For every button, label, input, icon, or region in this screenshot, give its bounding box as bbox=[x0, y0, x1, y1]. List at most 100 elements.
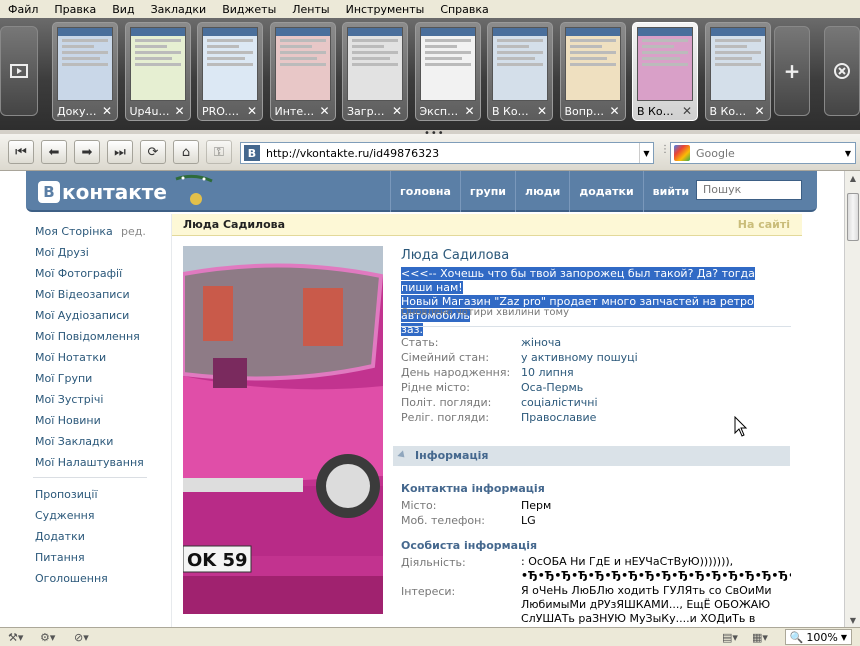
left-menu-item[interactable]: Мої Аудіозаписи bbox=[35, 305, 155, 326]
tab-close-icon[interactable]: ✕ bbox=[392, 104, 402, 118]
left-menu-item[interactable]: Мої Закладки bbox=[35, 431, 155, 452]
field-value[interactable]: 10 липня bbox=[521, 365, 574, 380]
panel-toggle-button[interactable] bbox=[0, 26, 38, 116]
edit-link[interactable]: ред. bbox=[121, 221, 146, 242]
tab-close-icon[interactable]: ✕ bbox=[319, 104, 329, 118]
search-box[interactable]: ▼ bbox=[670, 142, 856, 164]
profile-fields: Стать: жіноча Сімейний стан: у активному … bbox=[401, 335, 791, 425]
field-value[interactable]: у активному пошуці bbox=[521, 350, 638, 365]
address-bar[interactable]: B ▼ bbox=[240, 142, 654, 164]
left-menu-item[interactable]: Оголошення bbox=[35, 568, 155, 589]
rewind-icon: ⏮ bbox=[15, 144, 27, 160]
search-dropdown-icon[interactable]: ▼ bbox=[841, 143, 855, 163]
trash-button[interactable] bbox=[824, 26, 860, 116]
tools-icon[interactable]: ⚒▾ bbox=[8, 631, 23, 644]
left-menu-item[interactable]: Мої Друзі bbox=[35, 242, 155, 263]
left-menu-item[interactable]: Моя Сторінка ред. bbox=[35, 221, 155, 242]
browser-tab[interactable]: Вопр… ✕ bbox=[559, 22, 626, 121]
reload-button[interactable]: ⟳ bbox=[140, 140, 166, 164]
left-menu-item[interactable]: Мої Повідомлення bbox=[35, 326, 155, 347]
field-value[interactable]: жіноча bbox=[521, 335, 561, 350]
back-button[interactable]: ⬅ bbox=[41, 140, 67, 164]
vk-nav-link[interactable]: додатки bbox=[569, 171, 642, 212]
menu-item[interactable]: Правка bbox=[54, 3, 104, 16]
tab-close-icon[interactable]: ✕ bbox=[754, 104, 764, 118]
vk-nav-link[interactable]: головна bbox=[390, 171, 460, 212]
vk-search-input[interactable]: Пошук bbox=[696, 180, 802, 200]
turbo-icon[interactable]: ⊘▾ bbox=[74, 631, 89, 644]
page-tools-icon[interactable]: ▤▾ bbox=[722, 631, 738, 644]
left-menu-item[interactable]: Судження bbox=[35, 505, 155, 526]
tab-preview bbox=[202, 27, 258, 101]
vk-nav-link[interactable]: вийти bbox=[642, 171, 698, 212]
left-menu: Моя Сторінка ред. Мої Друзі Мої Фотографії М… bbox=[33, 221, 155, 589]
tab-close-icon[interactable]: ✕ bbox=[537, 104, 547, 118]
search-input[interactable] bbox=[696, 146, 836, 160]
profile-photo[interactable]: OK 59 bbox=[183, 246, 383, 614]
browser-tab[interactable]: Эксп… ✕ bbox=[414, 22, 481, 121]
left-menu-item[interactable]: Пропозиції bbox=[35, 484, 155, 505]
browser-tab[interactable]: Up4u… ✕ bbox=[124, 22, 191, 121]
zoom-control[interactable]: 🔍 100% ▼ bbox=[784, 629, 852, 645]
status-line: <<<-- Хочешь что бы твой запорожец был т… bbox=[401, 267, 755, 294]
menu-item[interactable]: Файл bbox=[8, 3, 46, 16]
home-button[interactable]: ⌂ bbox=[173, 140, 199, 164]
tab-close-icon[interactable]: ✕ bbox=[247, 104, 257, 118]
menu-item[interactable]: Справка bbox=[440, 3, 496, 16]
left-menu-item[interactable]: Мої Групи bbox=[35, 368, 155, 389]
vk-nav-link[interactable]: люди bbox=[515, 171, 569, 212]
scroll-thumb[interactable] bbox=[847, 193, 859, 241]
left-menu-item[interactable]: Додатки bbox=[35, 526, 155, 547]
menu-item[interactable]: Вид bbox=[112, 3, 142, 16]
field-value[interactable]: Оса-Пермь bbox=[521, 380, 583, 395]
address-dropdown-icon[interactable]: ▼ bbox=[639, 143, 653, 163]
menu-item[interactable]: Ленты bbox=[292, 3, 337, 16]
tab-close-icon[interactable]: ✕ bbox=[174, 104, 184, 118]
info-section-header[interactable]: Інформація bbox=[393, 446, 790, 466]
menu-item[interactable]: Закладки bbox=[151, 3, 215, 16]
web-page: B контакте головна групи люди додатки вийти … bbox=[0, 171, 844, 627]
left-menu-item[interactable]: Мої Відеозаписи bbox=[35, 284, 155, 305]
browser-tab[interactable]: Загр… ✕ bbox=[342, 22, 408, 121]
browser-tab[interactable]: Инте… ✕ bbox=[269, 22, 336, 121]
browser-tab[interactable]: Доку… ✕ bbox=[52, 22, 118, 121]
field-value[interactable]: LG bbox=[521, 513, 536, 528]
unite-icon[interactable]: ⚙▾ bbox=[40, 631, 55, 644]
browser-tab[interactable]: В Ко… ✕ bbox=[487, 22, 553, 121]
rewind-button[interactable]: ⏮ bbox=[8, 140, 34, 164]
tab-close-icon[interactable]: ✕ bbox=[102, 104, 112, 118]
vk-logo[interactable]: B контакте bbox=[38, 180, 167, 204]
address-input[interactable] bbox=[266, 146, 636, 160]
browser-tab[interactable]: В Ко… ✕ bbox=[632, 22, 698, 121]
field-value[interactable]: Православие bbox=[521, 410, 596, 425]
left-menu-item[interactable]: Мої Фотографії bbox=[35, 263, 155, 284]
vk-nav-link[interactable]: групи bbox=[459, 171, 515, 212]
field-value[interactable]: соціалістичні bbox=[521, 395, 598, 410]
tab-close-icon[interactable]: ✕ bbox=[464, 104, 474, 118]
security-button[interactable]: ⚿ bbox=[206, 140, 232, 164]
vertical-scrollbar[interactable]: ▲ ▼ bbox=[844, 171, 860, 627]
left-menu-item[interactable]: Мої Новини bbox=[35, 410, 155, 431]
browser-tab[interactable]: PRO.… ✕ bbox=[197, 22, 263, 121]
left-menu-item[interactable]: Питання bbox=[35, 547, 155, 568]
fast-forward-button[interactable]: ⏭ bbox=[107, 140, 133, 164]
scroll-up-icon[interactable]: ▲ bbox=[845, 171, 860, 185]
tab-title: Эксп… bbox=[419, 105, 459, 118]
left-menu-item[interactable]: Мої Зустрічі bbox=[35, 389, 155, 410]
image-toggle-icon[interactable]: ▦▾ bbox=[752, 631, 768, 644]
left-menu-item[interactable]: Мої Налаштування bbox=[35, 452, 155, 473]
forward-button[interactable]: ➡ bbox=[74, 140, 100, 164]
menu-item[interactable]: Инструменты bbox=[346, 3, 433, 16]
menu-item[interactable]: Виджеты bbox=[222, 3, 284, 16]
google-icon[interactable] bbox=[674, 145, 690, 161]
scroll-down-icon[interactable]: ▼ bbox=[845, 613, 860, 627]
tab-close-icon[interactable]: ✕ bbox=[609, 104, 619, 118]
separator-grip[interactable]: ⋮ bbox=[660, 144, 670, 155]
browser-tab[interactable]: В Ко… ✕ bbox=[704, 22, 771, 121]
new-tab-button[interactable]: + bbox=[774, 26, 810, 116]
field-value[interactable]: Перм bbox=[521, 498, 551, 513]
tab-close-icon[interactable]: ✕ bbox=[682, 104, 692, 118]
field-row: Реліг. погляди: Православие bbox=[401, 410, 791, 425]
contact-fields: Місто: Перм Моб. телефон: LG bbox=[401, 498, 791, 528]
left-menu-item[interactable]: Мої Нотатки bbox=[35, 347, 155, 368]
